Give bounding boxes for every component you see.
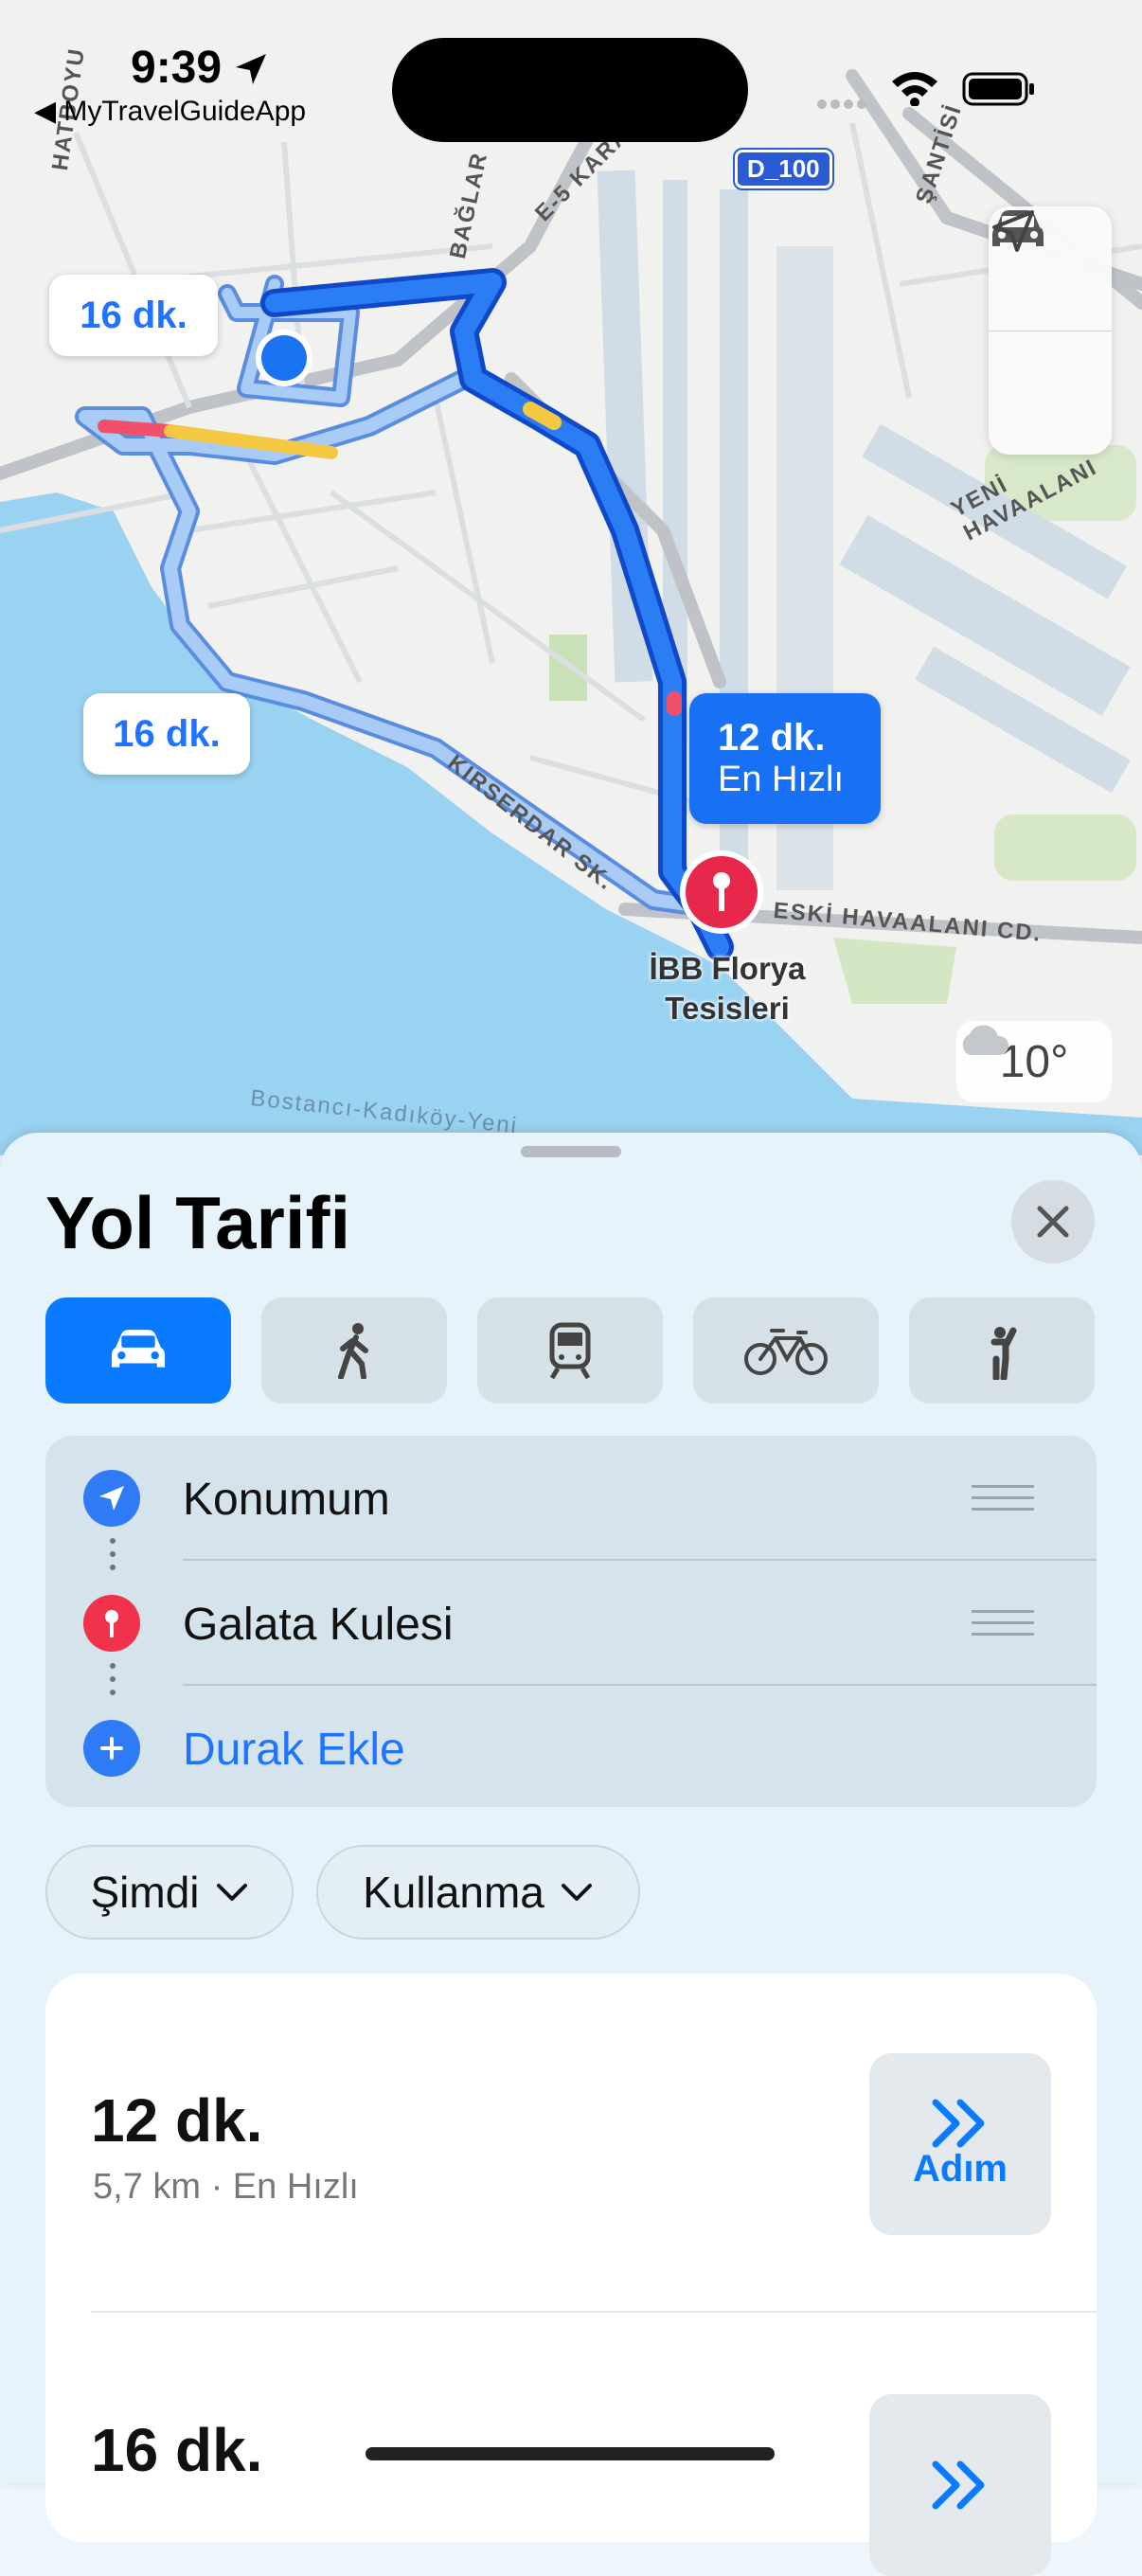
reorder-handle-icon[interactable]: [972, 1610, 1034, 1644]
stop-label: Durak Ekle: [183, 1725, 405, 1775]
transport-mode-selector: [45, 1297, 1097, 1404]
route-stops-list: Konumum Galata Kulesi Durak Ekle: [45, 1436, 1097, 1807]
go-steps-button[interactable]: Adım: [869, 2053, 1051, 2235]
go-steps-button[interactable]: [869, 2394, 1051, 2576]
chip-label: Şimdi: [90, 1868, 200, 1917]
mode-walk-button[interactable]: [261, 1297, 447, 1404]
battery-icon: [962, 72, 1034, 106]
chevron-down-icon: [216, 1884, 247, 1901]
destination-poi-label[interactable]: İBB Florya Tesisleri: [633, 949, 822, 1029]
home-indicator[interactable]: [366, 2447, 775, 2460]
train-icon: [549, 1322, 591, 1380]
stop-label: Galata Kulesi: [183, 1600, 454, 1650]
map-controls: [989, 206, 1112, 455]
dynamic-island: [392, 38, 748, 142]
poi-name-line2: Tesisleri: [665, 991, 790, 1026]
double-chevron-right-icon: [932, 2460, 985, 2510]
route-bubble-note: En Hızlı: [718, 760, 845, 799]
location-arrow-icon: [992, 210, 1034, 252]
pin-icon: [83, 1595, 140, 1652]
route-bubble-alt-2[interactable]: 16 dk.: [83, 693, 250, 775]
route-bubble-fastest[interactable]: 12 dk. En Hızlı: [689, 693, 881, 824]
stop-label: Konumum: [183, 1475, 390, 1525]
close-icon: [1037, 1206, 1069, 1238]
car-icon: [111, 1330, 166, 1368]
mode-transit-button[interactable]: [477, 1297, 663, 1404]
reorder-handle-icon[interactable]: [972, 1485, 1034, 1519]
stop-origin[interactable]: Konumum: [45, 1436, 1097, 1561]
locate-me-button[interactable]: [989, 210, 1112, 456]
route-option-1[interactable]: 12 dk. 5,7 km · En Hızlı Adım: [45, 1974, 1097, 2311]
stop-destination[interactable]: Galata Kulesi: [45, 1561, 1097, 1686]
bicycle-icon: [744, 1329, 828, 1375]
plus-icon: [83, 1720, 140, 1777]
mode-rideshare-button[interactable]: [909, 1297, 1095, 1404]
signal-icon: [817, 99, 866, 109]
status-bar: 9:39 ◀ MyTravelGuideApp: [0, 0, 1142, 142]
directions-sheet: Yol Tarifi Konumum Galata Kulesi Durak E…: [0, 1133, 1142, 2576]
route-bubble-alt-1[interactable]: 16 dk.: [49, 275, 218, 356]
weather-badge: 10°: [956, 1021, 1112, 1102]
avoid-dropdown[interactable]: Kullanma: [316, 1845, 640, 1940]
poi-name-line1: İBB Florya: [649, 951, 806, 986]
sheet-grabber[interactable]: [521, 1146, 621, 1157]
route-duration: 12 dk.: [91, 2086, 263, 2155]
location-arrow-icon: [83, 1470, 140, 1527]
add-stop-button[interactable]: Durak Ekle: [45, 1686, 1097, 1811]
map-view[interactable]: HATBOYU BAĞLAR E-5 KARAYOLU D_100 ŞANTİS…: [0, 0, 1142, 1155]
walk-icon: [338, 1323, 368, 1379]
back-to-app-link[interactable]: ◀ MyTravelGuideApp: [34, 95, 306, 128]
route-duration: 16 dk.: [91, 2416, 263, 2484]
sheet-title: Yol Tarifi: [45, 1181, 351, 1264]
status-time: 9:39: [131, 42, 268, 94]
route-bubble-time: 12 dk.: [718, 717, 826, 759]
hail-icon: [990, 1327, 1017, 1380]
cloud-icon: [962, 1025, 1009, 1055]
road-label: D_100: [733, 148, 834, 190]
route-detail: 5,7 km · En Hızlı: [93, 2167, 359, 2207]
double-chevron-right-icon: [932, 2099, 985, 2147]
mode-bike-button[interactable]: [693, 1297, 879, 1404]
location-services-icon: [236, 54, 267, 84]
departure-time-dropdown[interactable]: Şimdi: [45, 1845, 294, 1940]
go-label: Adım: [913, 2147, 1008, 2190]
wifi-icon: [892, 72, 937, 106]
chevron-down-icon: [561, 1884, 592, 1901]
close-button[interactable]: [1011, 1180, 1095, 1263]
chip-label: Kullanma: [363, 1868, 544, 1917]
mode-car-button[interactable]: [45, 1297, 231, 1404]
route-option-2[interactable]: 16 dk.: [45, 2313, 1097, 2576]
